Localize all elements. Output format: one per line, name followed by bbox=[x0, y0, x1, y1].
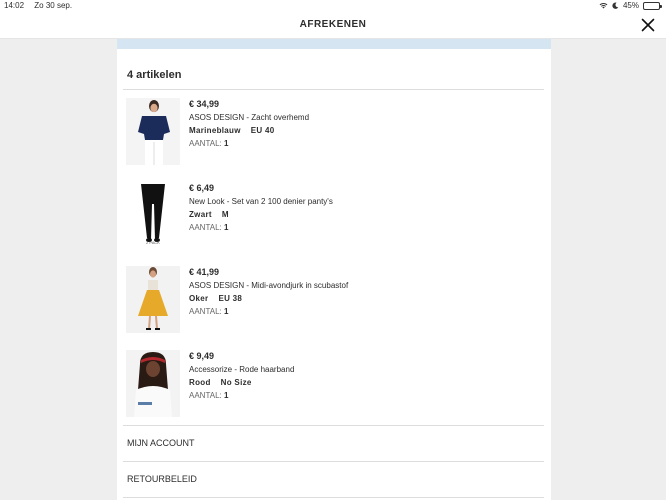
item-size: No Size bbox=[220, 378, 252, 387]
status-bar: 14:02 Zo 30 sep. 45% bbox=[0, 0, 666, 12]
status-date: Zo 30 sep. bbox=[34, 1, 73, 10]
quantity-label: AANTAL: bbox=[189, 223, 222, 232]
product-image bbox=[126, 350, 180, 417]
quantity-label: AANTAL: bbox=[189, 139, 222, 148]
product-image-tights bbox=[126, 182, 180, 249]
item-attributes: Rood No Size bbox=[189, 376, 294, 389]
order-summary-panel: 4 artikelen € 34,99 ASOS DESIGN - Zacht … bbox=[117, 39, 551, 500]
divider bbox=[123, 89, 544, 90]
item-quantity: AANTAL: 1 bbox=[189, 137, 309, 150]
cart-item: € 34,99 ASOS DESIGN - Zacht overhemd Mar… bbox=[126, 98, 536, 168]
product-image-headband bbox=[126, 350, 180, 417]
my-account-link[interactable]: MIJN ACCOUNT bbox=[127, 438, 195, 448]
quantity-value: 1 bbox=[223, 391, 229, 400]
item-size: M bbox=[221, 210, 229, 219]
item-color: Marineblauw bbox=[189, 126, 241, 135]
item-price: € 34,99 bbox=[189, 99, 220, 109]
item-color: Oker bbox=[189, 294, 209, 303]
item-quantity: AANTAL: 1 bbox=[189, 305, 348, 318]
checkout-header: AFREKENEN bbox=[0, 12, 666, 39]
item-quantity: AANTAL: 1 bbox=[189, 389, 294, 402]
page-title: AFREKENEN bbox=[299, 19, 367, 30]
item-name: ASOS DESIGN - Midi-avondjurk in scubasto… bbox=[189, 281, 349, 290]
item-attributes: Zwart M bbox=[189, 208, 333, 221]
quantity-value: 1 bbox=[223, 307, 229, 316]
status-time: 14:02 bbox=[4, 1, 25, 10]
item-attributes: Marineblauw EU 40 bbox=[189, 124, 309, 137]
item-quantity: AANTAL: 1 bbox=[189, 221, 333, 234]
close-icon[interactable] bbox=[640, 17, 656, 33]
cart-item: € 9,49 Accessorize - Rode haarband Rood N… bbox=[126, 350, 536, 420]
item-details: € 9,49 Accessorize - Rode haarband Rood N… bbox=[189, 350, 294, 402]
quantity-value: 1 bbox=[223, 223, 229, 232]
cart-item: 2 PACK € 6,49 New Look - Set van 2 100 d… bbox=[126, 182, 536, 252]
product-image-dress bbox=[126, 266, 180, 333]
item-price: € 9,49 bbox=[189, 351, 215, 361]
divider bbox=[123, 461, 544, 462]
item-details: € 6,49 New Look - Set van 2 100 denier p… bbox=[189, 182, 333, 234]
item-details: € 41,99 ASOS DESIGN - Midi-avondjurk in … bbox=[189, 266, 348, 318]
product-image bbox=[126, 266, 180, 333]
items-count-title: 4 artikelen bbox=[127, 69, 182, 81]
quantity-label: AANTAL: bbox=[189, 391, 222, 400]
product-image bbox=[126, 98, 180, 165]
battery-percentage: 45% bbox=[622, 1, 639, 10]
divider bbox=[123, 425, 544, 426]
status-right: 45% bbox=[599, 1, 662, 10]
item-details: € 34,99 ASOS DESIGN - Zacht overhemd Mar… bbox=[189, 98, 309, 150]
item-color: Rood bbox=[189, 378, 211, 387]
product-image-shirt bbox=[126, 98, 180, 165]
cart-item: € 41,99 ASOS DESIGN - Midi-avondjurk in … bbox=[126, 266, 536, 336]
quantity-value: 1 bbox=[223, 139, 229, 148]
battery-icon bbox=[643, 1, 662, 10]
product-image: 2 PACK bbox=[126, 182, 180, 249]
item-name: New Look - Set van 2 100 denier panty's bbox=[189, 197, 333, 206]
status-left: 14:02 Zo 30 sep. bbox=[4, 1, 80, 10]
wifi-icon bbox=[599, 2, 608, 9]
quantity-label: AANTAL: bbox=[189, 307, 222, 316]
thumb-caption: 2 PACK bbox=[146, 240, 160, 245]
moon-icon bbox=[612, 2, 619, 9]
item-price: € 6,49 bbox=[189, 183, 215, 193]
return-policy-link[interactable]: RETOURBELEID bbox=[127, 474, 197, 484]
item-size: EU 38 bbox=[218, 294, 243, 303]
item-size: EU 40 bbox=[250, 126, 275, 135]
item-color: Zwart bbox=[189, 210, 212, 219]
info-banner bbox=[117, 39, 551, 49]
item-name: Accessorize - Rode haarband bbox=[189, 365, 295, 374]
item-price: € 41,99 bbox=[189, 267, 220, 277]
item-attributes: Oker EU 38 bbox=[189, 292, 348, 305]
item-name: ASOS DESIGN - Zacht overhemd bbox=[189, 113, 310, 122]
divider bbox=[123, 497, 544, 498]
